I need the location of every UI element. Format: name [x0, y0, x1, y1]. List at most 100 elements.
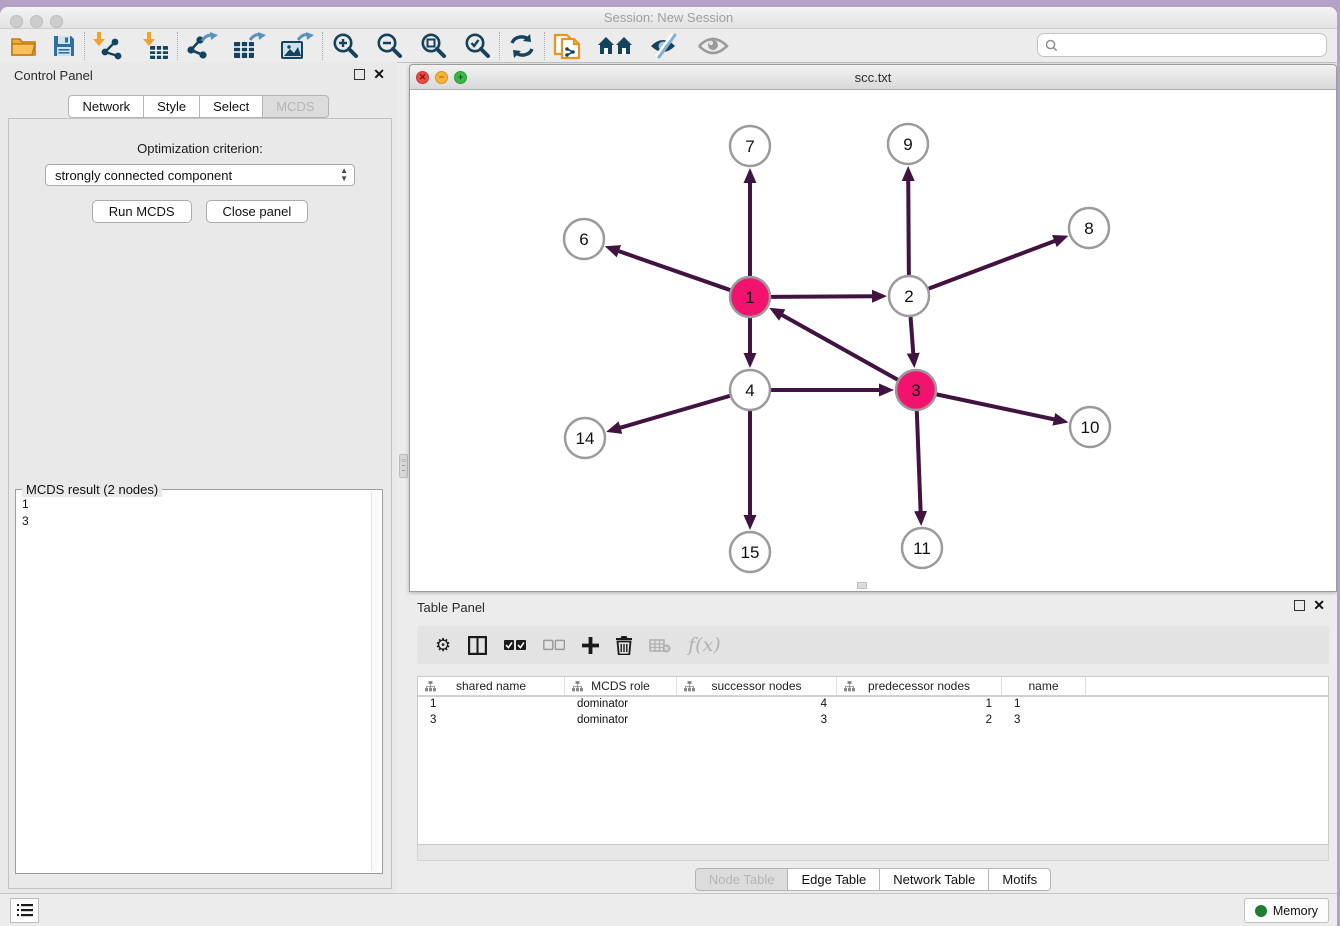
tab-style[interactable]: Style — [144, 95, 200, 118]
save-icon[interactable] — [52, 31, 76, 61]
edge-4-14[interactable] — [620, 396, 730, 428]
edge-3-1[interactable] — [781, 315, 897, 380]
network-window-titlebar[interactable]: ✕ − + scc.txt — [410, 65, 1336, 90]
table-cell[interactable]: 1 — [1002, 697, 1086, 713]
graph-node-14[interactable]: 14 — [565, 418, 605, 458]
edge-3-10[interactable] — [937, 394, 1055, 419]
close-panel-icon[interactable]: ✕ — [373, 66, 385, 82]
table-scrollbar[interactable] — [417, 845, 1329, 861]
result-scrollbar[interactable] — [371, 492, 380, 871]
graph-node-6[interactable]: 6 — [564, 219, 604, 259]
zoom-in-icon[interactable] — [331, 31, 359, 61]
import-table-icon[interactable] — [141, 31, 169, 61]
search-input[interactable] — [1063, 38, 1326, 52]
column-header-mcds-role[interactable]: MCDS role — [565, 677, 677, 695]
mcds-result-legend: MCDS result (2 nodes) — [22, 482, 162, 497]
graph-node-11[interactable]: 11 — [902, 528, 942, 568]
export-table-icon[interactable] — [232, 31, 266, 61]
table-tab-node-table[interactable]: Node Table — [695, 868, 789, 891]
zoom-selected-icon[interactable] — [463, 31, 491, 61]
list-icon — [17, 904, 33, 917]
first-neighbors-icon[interactable] — [597, 31, 633, 61]
edge-1-2[interactable] — [771, 296, 873, 297]
graph-node-1[interactable]: 1 — [730, 277, 770, 317]
float-panel-icon[interactable] — [354, 69, 365, 80]
import-network-icon[interactable] — [93, 31, 123, 61]
toolbar-separator — [177, 32, 178, 60]
table-cell[interactable]: 4 — [677, 697, 837, 713]
column-header-successor-nodes[interactable]: successor nodes — [677, 677, 837, 695]
run-mcds-button[interactable]: Run MCDS — [92, 200, 192, 223]
column-header-predecessor-nodes[interactable]: predecessor nodes — [837, 677, 1002, 695]
graph-node-4[interactable]: 4 — [730, 370, 770, 410]
table-cell[interactable]: 3 — [1002, 713, 1086, 729]
tab-select[interactable]: Select — [200, 95, 263, 118]
table-cell[interactable]: 1 — [837, 697, 1002, 713]
app-title: Session: New Session — [0, 10, 1337, 25]
control-panel-tabs: NetworkStyleSelectMCDS — [0, 95, 397, 118]
graph-node-8[interactable]: 8 — [1069, 208, 1109, 248]
open-folder-icon[interactable] — [10, 31, 38, 61]
graph-node-9[interactable]: 9 — [888, 124, 928, 164]
network-graph[interactable]: 1 2 3 4 6 7 8 9 10 11 14 15 — [410, 90, 1336, 591]
zoom-out-icon[interactable] — [375, 31, 403, 61]
table-panel-title: Table Panel — [417, 600, 485, 615]
memory-button[interactable]: Memory — [1244, 898, 1329, 923]
graph-node-15[interactable]: 15 — [730, 532, 770, 572]
refresh-icon[interactable] — [508, 31, 536, 61]
table-row[interactable]: 3dominator323 — [418, 713, 1328, 729]
network-canvas[interactable]: 1 2 3 4 6 7 8 9 10 11 14 15 — [410, 90, 1336, 591]
task-history-button[interactable] — [10, 898, 39, 923]
svg-text:8: 8 — [1084, 219, 1093, 238]
table-cell[interactable]: 2 — [837, 713, 1002, 729]
control-panel-header: Control Panel ✕ — [0, 62, 397, 88]
export-image-icon[interactable] — [280, 31, 314, 61]
show-columns-icon[interactable] — [468, 636, 487, 655]
delete-column-trash-icon[interactable] — [616, 636, 632, 655]
add-column-icon[interactable] — [582, 637, 599, 654]
deselect-all-icon[interactable] — [543, 639, 565, 651]
graph-node-2[interactable]: 2 — [889, 276, 929, 316]
table-panel: Table Panel ✕ ⚙ f(x) — [409, 595, 1337, 893]
edge-3-11[interactable] — [917, 411, 921, 512]
mcds-panel: Optimization criterion: strongly connect… — [8, 118, 392, 889]
table-cell[interactable]: dominator — [565, 713, 677, 729]
edge-2-9[interactable] — [908, 180, 909, 275]
canvas-grip-handle[interactable] — [857, 582, 867, 589]
column-header-shared-name[interactable]: shared name — [418, 677, 565, 695]
panel-splitter-handle[interactable] — [399, 454, 408, 478]
edge-2-8[interactable] — [929, 241, 1056, 289]
select-all-icon[interactable] — [504, 639, 526, 651]
table-tab-network-table[interactable]: Network Table — [880, 868, 989, 891]
zoom-fit-icon[interactable] — [419, 31, 447, 61]
duplicate-network-icon[interactable] — [553, 31, 581, 61]
table-tab-edge-table[interactable]: Edge Table — [788, 868, 880, 891]
table-cell[interactable]: 1 — [418, 697, 565, 713]
graph-node-10[interactable]: 10 — [1070, 407, 1110, 447]
graph-node-3[interactable]: 3 — [896, 370, 936, 410]
hide-selected-icon[interactable] — [649, 31, 681, 61]
table-cell[interactable]: 3 — [677, 713, 837, 729]
table-cell[interactable]: 3 — [418, 713, 565, 729]
edge-2-3[interactable] — [911, 317, 914, 354]
column-header-name[interactable]: name — [1002, 677, 1086, 695]
control-panel-title: Control Panel — [14, 68, 93, 83]
graph-node-7[interactable]: 7 — [730, 126, 770, 166]
float-table-panel-icon[interactable] — [1294, 600, 1305, 611]
export-network-icon[interactable] — [186, 31, 218, 61]
tab-network[interactable]: Network — [68, 95, 144, 118]
select-stepper-icon: ▲▼ — [340, 167, 348, 183]
node-table[interactable]: shared nameMCDS rolesuccessor nodesprede… — [417, 676, 1329, 845]
search-field[interactable] — [1037, 33, 1327, 57]
show-all-icon[interactable] — [697, 31, 729, 61]
table-body: 1dominator4113dominator323 — [418, 697, 1328, 729]
criterion-select[interactable]: strongly connected component ▲▼ — [45, 164, 355, 186]
table-settings-gear-icon[interactable]: ⚙ — [435, 635, 451, 656]
close-panel-button[interactable]: Close panel — [206, 200, 309, 223]
tab-mcds[interactable]: MCDS — [263, 95, 328, 118]
table-row[interactable]: 1dominator411 — [418, 697, 1328, 713]
table-cell[interactable]: dominator — [565, 697, 677, 713]
close-table-panel-icon[interactable]: ✕ — [1313, 597, 1325, 613]
edge-1-6[interactable] — [618, 251, 730, 290]
table-tab-motifs[interactable]: Motifs — [989, 868, 1051, 891]
